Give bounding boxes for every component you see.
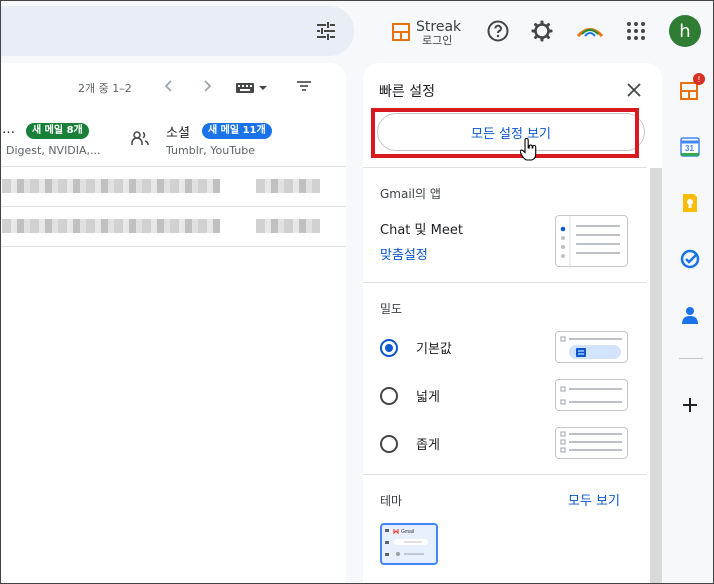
quick-settings-scrollbar[interactable] — [650, 168, 662, 584]
see-all-settings-button[interactable]: 모든 설정 보기 — [377, 113, 645, 151]
density-compact-thumbnail — [555, 427, 628, 459]
social-people-icon — [131, 131, 149, 145]
theme-see-all-link[interactable]: 모두 보기 — [568, 490, 620, 509]
apps-section-label: Gmail의 앱 — [380, 187, 441, 201]
search-options-icon[interactable] — [314, 19, 338, 43]
density-section-label: 밀도 — [380, 302, 403, 316]
new-mail-badge: 새 메일 8개 — [26, 123, 89, 139]
rail-divider — [679, 358, 703, 359]
streak-login-label: 로그인 — [422, 34, 453, 47]
notification-badge: ! — [693, 73, 705, 85]
density-compact-option[interactable]: 좁게 — [380, 434, 440, 453]
divider — [363, 282, 647, 283]
chat-meet-label: Chat 및 Meet — [380, 223, 463, 238]
google-apps-icon[interactable] — [624, 19, 648, 43]
divider — [363, 474, 647, 475]
density-wide-option[interactable]: 넓게 — [380, 386, 440, 405]
customize-link[interactable]: 맞춤설정 — [380, 244, 428, 263]
category-tabs: … 새 메일 8개 Digest, NVIDIA,... 소셜 새 메일 11개… — [0, 115, 346, 167]
filter-sort-icon[interactable] — [296, 78, 312, 94]
keep-icon[interactable] — [679, 192, 701, 214]
social-new-mail-badge: 새 메일 11개 — [202, 123, 272, 139]
pagination-text: 2개 중 1–2 — [78, 82, 132, 95]
divider — [363, 167, 647, 168]
radio-unselected[interactable] — [380, 386, 398, 405]
density-wide-thumbnail — [555, 379, 628, 411]
category-senders: Digest, NVIDIA,... — [6, 144, 101, 157]
prev-page-icon[interactable] — [162, 78, 176, 94]
streak-name: Streak — [416, 19, 462, 35]
theme-section-label: 테마 — [380, 494, 403, 508]
mail-row[interactable] — [0, 207, 346, 247]
radio-unselected[interactable] — [380, 434, 398, 453]
close-icon[interactable] — [625, 81, 643, 99]
search-bar[interactable] — [0, 6, 354, 56]
calendar-icon[interactable]: 31 — [679, 136, 701, 158]
theme-thumbnail[interactable]: Gmail — [380, 523, 438, 565]
extension-arc-icon[interactable] — [576, 19, 604, 43]
quick-settings-title: 빠른 설정 — [379, 84, 435, 100]
help-icon[interactable] — [486, 19, 510, 43]
add-icon[interactable] — [679, 394, 701, 416]
keyboard-input-icon[interactable] — [235, 82, 269, 94]
category-title: … — [2, 122, 15, 137]
next-page-icon[interactable] — [200, 78, 214, 94]
density-default-thumbnail — [555, 331, 628, 363]
settings-gear-icon[interactable] — [530, 19, 554, 43]
radio-selected[interactable] — [380, 338, 398, 357]
apps-layout-thumbnail — [555, 215, 628, 268]
streak-logo-icon — [392, 23, 410, 41]
mail-row[interactable] — [0, 167, 346, 207]
density-default-option[interactable]: 기본값 — [380, 338, 452, 357]
tasks-icon[interactable] — [679, 248, 701, 270]
tab-social-title[interactable]: 소셜 — [166, 122, 190, 141]
contacts-icon[interactable] — [679, 304, 701, 326]
hand-cursor-icon — [520, 138, 537, 161]
density-compact-label: 좁게 — [416, 438, 440, 453]
streak-login-button[interactable]: Streak 로그인 — [392, 20, 461, 54]
theme-thumb-label: Gmail — [401, 529, 414, 535]
account-avatar[interactable]: h — [669, 15, 701, 47]
density-default-label: 기본값 — [416, 342, 452, 357]
svg-text:31: 31 — [685, 144, 694, 153]
density-wide-label: 넓게 — [416, 390, 440, 405]
social-senders: Tumblr, YouTube — [166, 144, 256, 157]
quick-settings-panel: 빠른 설정 모든 설정 보기 Gmail의 앱 Chat 및 Meet 맞춤설정… — [363, 63, 662, 584]
